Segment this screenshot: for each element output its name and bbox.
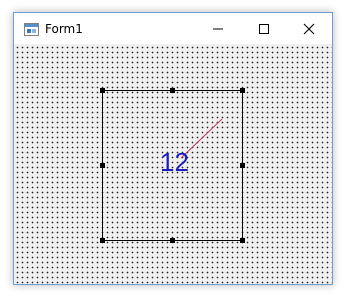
selection-handle-bottom-left[interactable] [100, 238, 105, 243]
window-title: Form1 [45, 22, 83, 36]
form-designer-window: Form1 12 [13, 12, 333, 285]
selection-handle-top-right[interactable] [240, 88, 245, 93]
minimize-icon [213, 28, 223, 29]
close-button[interactable] [286, 14, 332, 43]
selection-handle-top-left[interactable] [100, 88, 105, 93]
selection-handle-top[interactable] [170, 88, 175, 93]
selection-handle-bottom[interactable] [170, 238, 175, 243]
close-icon [303, 23, 315, 34]
maximize-button[interactable] [241, 14, 287, 43]
form-client-area[interactable]: 12 [14, 44, 332, 284]
minimize-button[interactable] [195, 14, 241, 43]
form-window-icon [24, 23, 39, 36]
selection-handle-left[interactable] [100, 163, 105, 168]
clock-value-label: 12 [160, 147, 189, 177]
title-bar[interactable]: Form1 [14, 13, 332, 44]
maximize-icon [259, 23, 269, 34]
selection-handle-bottom-right[interactable] [240, 238, 245, 243]
selection-handle-right[interactable] [240, 163, 245, 168]
